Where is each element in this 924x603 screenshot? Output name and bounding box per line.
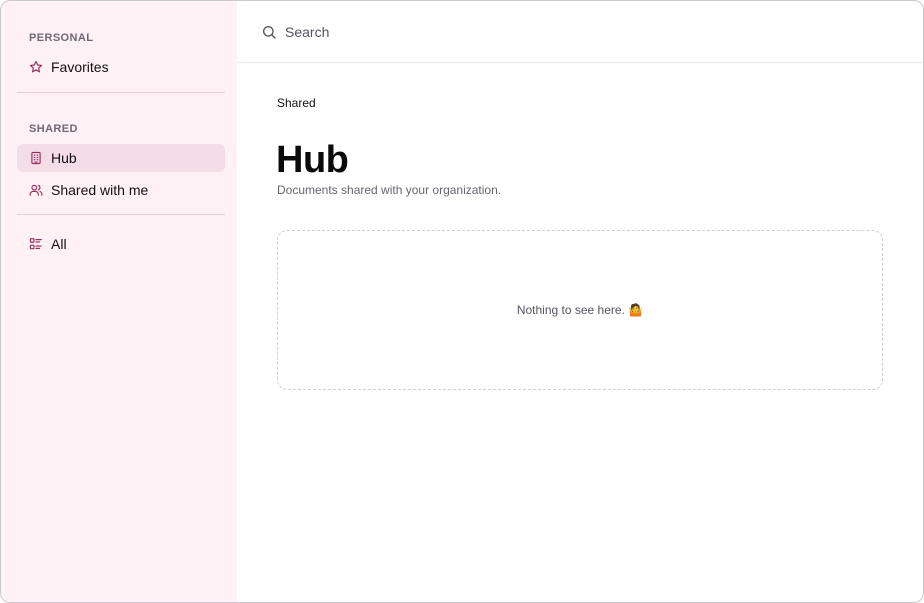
sidebar-item-label: All — [51, 236, 67, 252]
sidebar-item-favorites[interactable]: Favorites — [17, 53, 225, 81]
sidebar-item-shared-with-me[interactable]: Shared with me — [17, 176, 225, 204]
building-icon — [29, 151, 43, 165]
breadcrumb[interactable]: Shared — [277, 96, 316, 110]
search-icon[interactable] — [261, 24, 277, 40]
list-icon — [29, 237, 43, 251]
top-search-bar — [237, 1, 923, 63]
search-input[interactable] — [285, 23, 685, 40]
sidebar-item-hub[interactable]: Hub — [17, 144, 225, 172]
star-icon — [29, 60, 43, 74]
sidebar-divider — [17, 214, 225, 215]
sidebar-item-label: Hub — [51, 150, 77, 166]
empty-state-panel: Nothing to see here. 🤷 — [277, 230, 883, 390]
page-subtitle: Documents shared with your organization. — [277, 183, 502, 197]
sidebar: PERSONAL Favorites SHARED Hub Shared wit… — [1, 1, 237, 602]
sidebar-item-label: Favorites — [51, 59, 109, 75]
users-icon — [29, 183, 43, 197]
app-window: PERSONAL Favorites SHARED Hub Shared wit… — [0, 0, 924, 603]
page-title: Hub — [276, 139, 349, 181]
sidebar-item-label: Shared with me — [51, 182, 149, 198]
sidebar-divider — [17, 92, 225, 93]
empty-state-message: Nothing to see here. 🤷 — [516, 303, 644, 317]
section-label-personal: PERSONAL — [29, 32, 94, 44]
sidebar-item-all[interactable]: All — [17, 230, 225, 258]
section-label-shared: SHARED — [29, 123, 78, 135]
